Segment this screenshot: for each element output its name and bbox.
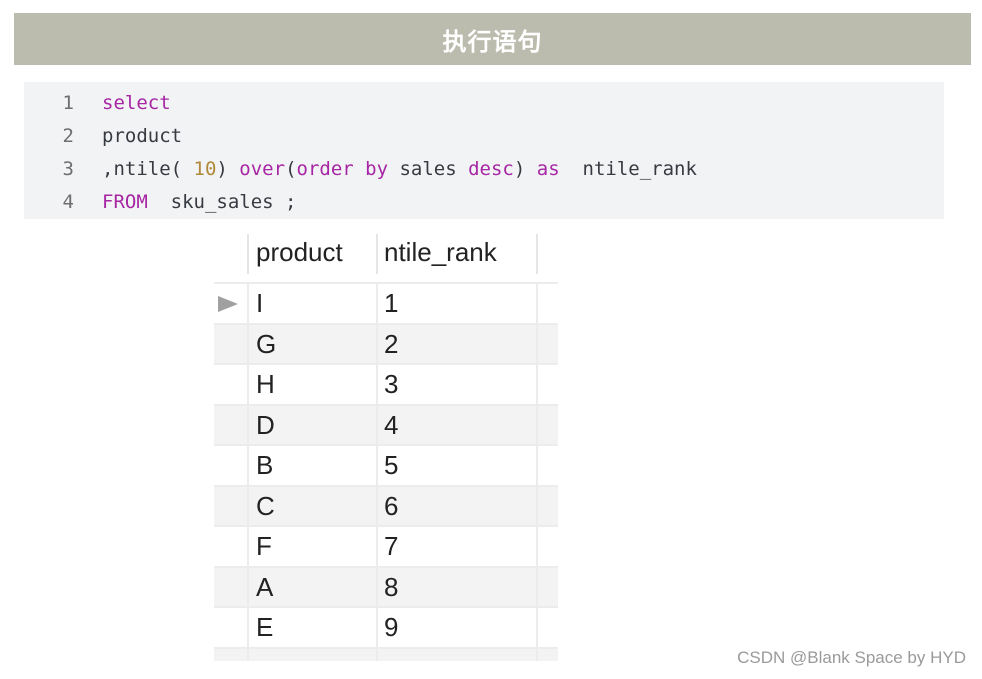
code-line: 1 select [24, 87, 171, 120]
column-divider [376, 365, 378, 404]
sql-text: ) [513, 158, 537, 180]
line-number: 3 [62, 158, 74, 180]
column-divider [376, 648, 378, 661]
column-header-product[interactable]: product [256, 230, 343, 274]
sql-keyword: FROM [102, 191, 148, 213]
sql-text: ( [285, 158, 297, 180]
column-divider [536, 648, 538, 661]
column-divider [376, 608, 378, 647]
sql-text: sales [388, 158, 469, 180]
table-row[interactable]: D4 [214, 403, 558, 444]
cell-product[interactable]: F [256, 527, 272, 565]
sql-keyword: order by [296, 158, 389, 180]
column-divider [536, 284, 538, 323]
result-grid: product ntile_rank I1G2H3D4B5C6F7A8E9 [214, 230, 558, 661]
column-divider [247, 527, 249, 566]
column-divider [376, 486, 378, 525]
table-row[interactable]: I1 [214, 282, 558, 323]
sql-keyword: as [536, 158, 560, 180]
column-divider [536, 365, 538, 404]
cell-ntile-rank[interactable]: 8 [384, 568, 398, 606]
cell-product[interactable]: B [256, 446, 273, 484]
cell-ntile-rank[interactable]: 1 [384, 284, 398, 322]
cell-product[interactable]: C [256, 487, 275, 525]
table-row[interactable]: G2 [214, 322, 558, 363]
table-row[interactable]: H3 [214, 363, 558, 404]
column-divider [376, 284, 378, 323]
column-divider [536, 405, 538, 444]
cell-product[interactable]: G [256, 325, 276, 363]
table-row[interactable]: E9 [214, 606, 558, 647]
column-divider [247, 648, 249, 661]
cell-ntile-rank[interactable]: 6 [384, 487, 398, 525]
column-divider [376, 324, 378, 363]
column-divider [536, 486, 538, 525]
sql-text: ,ntile( [102, 158, 194, 180]
cell-product[interactable]: I [256, 284, 263, 322]
cell-product[interactable]: H [256, 365, 275, 403]
column-divider [247, 234, 249, 274]
cell-ntile-rank[interactable]: 7 [384, 527, 398, 565]
column-divider [376, 527, 378, 566]
watermark: CSDN @Blank Space by HYD [737, 648, 966, 667]
cell-ntile-rank[interactable]: 5 [384, 446, 398, 484]
column-divider [247, 324, 249, 363]
sql-text: ntile_rank [559, 158, 697, 180]
column-divider [536, 234, 538, 274]
code-line: 4 FROM sku_sales ; [24, 186, 297, 219]
table-row-empty [214, 646, 558, 661]
section-banner: 执行语句 [14, 13, 971, 65]
column-divider [247, 365, 249, 404]
current-row-pointer-icon [218, 296, 238, 312]
column-divider [536, 446, 538, 485]
column-divider [376, 234, 378, 274]
column-divider [536, 324, 538, 363]
column-divider [376, 567, 378, 606]
column-divider [536, 527, 538, 566]
column-divider [247, 284, 249, 323]
sql-keyword: over [239, 158, 286, 180]
cell-ntile-rank[interactable]: 2 [384, 325, 398, 363]
column-divider [247, 405, 249, 444]
sql-keyword: select [102, 92, 171, 114]
table-row[interactable]: F7 [214, 525, 558, 566]
sql-text: sku_sales ; [147, 191, 297, 213]
column-divider [376, 405, 378, 444]
line-number: 1 [62, 92, 74, 114]
column-divider [247, 446, 249, 485]
sql-code-block: 1 select 2 product 3 ,ntile( 10) over(order b… [24, 82, 944, 219]
result-grid-header: product ntile_rank [214, 230, 558, 282]
banner-title: 执行语句 [442, 27, 543, 56]
line-number: 2 [62, 125, 74, 147]
sql-number: 10 [193, 158, 217, 180]
column-divider [247, 486, 249, 525]
result-grid-body: I1G2H3D4B5C6F7A8E9 [214, 282, 558, 647]
cell-ntile-rank[interactable]: 3 [384, 365, 398, 403]
cell-product[interactable]: A [256, 568, 273, 606]
sql-text: ) [216, 158, 240, 180]
line-number: 4 [62, 191, 74, 213]
column-divider [247, 608, 249, 647]
cell-product[interactable]: E [256, 608, 273, 646]
column-divider [536, 567, 538, 606]
code-line: 3 ,ntile( 10) over(order by sales desc) a… [24, 153, 697, 186]
column-divider [376, 446, 378, 485]
column-divider [536, 608, 538, 647]
column-header-ntile-rank[interactable]: ntile_rank [384, 230, 497, 274]
sql-keyword: desc [468, 158, 514, 180]
table-row[interactable]: A8 [214, 565, 558, 606]
cell-ntile-rank[interactable]: 4 [384, 406, 398, 444]
table-row[interactable]: B5 [214, 444, 558, 485]
sql-text: product [102, 125, 183, 147]
code-line: 2 product [24, 120, 183, 153]
table-row[interactable]: C6 [214, 484, 558, 525]
cell-product[interactable]: D [256, 406, 275, 444]
column-divider [247, 567, 249, 606]
cell-ntile-rank[interactable]: 9 [384, 608, 398, 646]
